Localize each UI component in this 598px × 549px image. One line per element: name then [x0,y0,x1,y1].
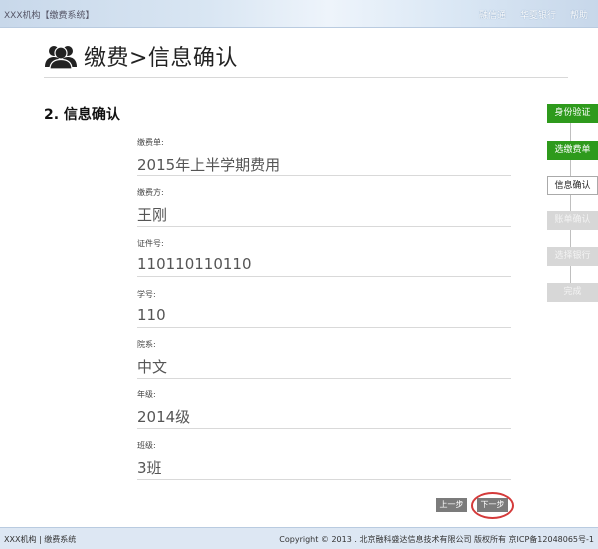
step-select-bank: 选择银行 [547,247,598,266]
field-label: 班级: [137,441,156,450]
field-value: 2014级 [137,408,191,426]
field-value: 3班 [137,459,162,477]
nav-link-help[interactable]: 帮助 [570,8,588,21]
field-label: 缴费单: [137,138,164,147]
field-value: 王刚 [137,206,168,224]
field-value: 110110110110 [137,255,252,273]
nav-link-rongxintong[interactable]: 融信通 [479,8,506,21]
top-bar: XXX机构【缴费系统】 融信通 华夏银行 帮助 [0,0,598,28]
step-select-bill: 选缴费单 [547,141,598,160]
field-label: 学号: [137,290,156,299]
field-class: 班级: 3班 [137,440,511,480]
top-nav: 融信通 华夏银行 帮助 [479,8,588,21]
footer: XXX机构 | 缴费系统 Copyright © 2013 . 北京融科盛达信息… [0,527,598,549]
footer-left: XXX机构 | 缴费系统 [4,535,77,544]
field-label: 缴费方: [137,188,164,197]
step-bill-confirm: 账单确认 [547,211,598,230]
page-title: 缴费>信息确认 [84,46,238,71]
field-label: 年级: [137,390,156,399]
field-bill: 缴费单: 2015年上半学期费用 [137,137,511,176]
footer-copyright: Copyright © 2013 . 北京融科盛达信息技术有限公司 版权所有 京… [279,535,594,544]
step-info-confirm: 信息确认 [547,176,598,195]
field-student-number: 学号: 110 [137,289,511,328]
page-header: 缴费>信息确认 [44,40,238,72]
step-complete: 完成 [547,283,598,302]
field-id-number: 证件号: 110110110110 [137,238,511,277]
field-value: 110 [137,306,166,324]
nav-link-huaxia-bank[interactable]: 华夏银行 [520,8,556,21]
brand-title: XXX机构【缴费系统】 [4,11,95,21]
highlight-circle [471,492,514,519]
field-payer: 缴费方: 王刚 [137,187,511,227]
prev-step-button[interactable]: 上一步 [436,498,467,512]
section-title: 2. 信息确认 [44,107,120,123]
field-department: 院系: 中文 [137,339,511,379]
field-value: 2015年上半学期费用 [137,156,281,174]
field-label: 证件号: [137,239,164,248]
field-grade: 年级: 2014级 [137,389,511,429]
step-identity-verify: 身份验证 [547,104,598,123]
field-value: 中文 [137,358,168,376]
users-icon [45,46,77,69]
field-label: 院系: [137,340,156,349]
header-divider [44,77,568,78]
